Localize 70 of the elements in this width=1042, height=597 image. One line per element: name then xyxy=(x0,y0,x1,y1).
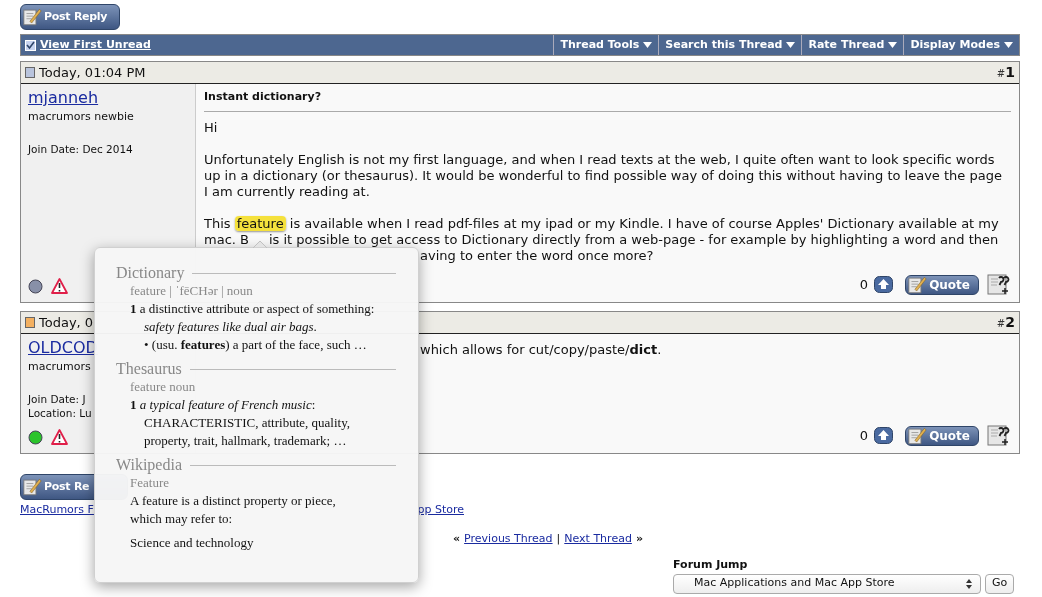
section-heading: Thesaurus xyxy=(116,360,182,378)
view-first-unread-link[interactable]: View First Unread xyxy=(21,35,155,55)
entry-headword: Feature xyxy=(129,474,170,492)
entry-headword: feature noun xyxy=(129,378,197,396)
select-arrows-icon xyxy=(966,578,972,589)
section-heading: Dictionary xyxy=(116,264,185,282)
previous-thread-link[interactable]: Previous Thread xyxy=(464,530,553,547)
username-link[interactable]: OLDCOD xyxy=(28,338,98,358)
entry-text: 1 a typical feature of French music: xyxy=(129,396,317,414)
post-reply-button[interactable]: Post Reply xyxy=(20,4,121,30)
go-button[interactable]: Go xyxy=(985,573,1015,594)
post-text-line: Hi xyxy=(204,120,218,136)
document-pen-icon xyxy=(908,426,928,445)
section-heading: Wikipedia xyxy=(116,456,182,474)
user-detail: Location: Lu xyxy=(28,405,92,420)
entry-text: Science and technology xyxy=(129,534,255,552)
post-text-line: mac. B xyxy=(204,232,249,248)
post-title: Instant dictionary? xyxy=(204,89,1011,112)
caret-icon xyxy=(888,42,898,48)
separator-text: | xyxy=(556,530,561,547)
entry-text: A feature is a distinct property or piece, which may refer to: xyxy=(129,492,337,528)
post-text-line: which allows for cut/copy/paste/dict. xyxy=(420,342,662,358)
toolbar-menu-button[interactable]: Search this Thread xyxy=(658,35,802,55)
toolbar-menu-button[interactable]: Thread Tools xyxy=(553,35,659,55)
popup-pointer-icon xyxy=(253,241,267,248)
right-quote-mark: » xyxy=(635,530,643,547)
entry-headword: feature | ˈfēCHər | noun xyxy=(129,282,254,300)
post-date: Today, 01:04 PM xyxy=(39,63,146,82)
forum-select[interactable]: Mac Applications and Mac App Store xyxy=(673,573,981,594)
user-detail: Join Date: J xyxy=(28,391,86,406)
post-text-line: is it possible to get access to Dictionary directly from a web-page - for example by highlighting a word and then xyxy=(268,232,999,248)
entry-text: 1 a distinctive attribute or aspect of something: safety features like dual air bags. xyxy=(129,300,376,336)
post-date: Today, 0 xyxy=(39,313,94,332)
quote-button[interactable]: Quote xyxy=(905,425,979,446)
post-text-line: This feature is available when I read pdf-files at my ipad or my Kindle. I have of course Apples' Dictionary available at my xyxy=(204,216,999,232)
multi-quote-icon[interactable] xyxy=(987,425,1011,446)
breadcrumb-link[interactable]: MacRumors F xyxy=(20,502,94,519)
username-link[interactable]: mjanneh xyxy=(28,88,99,108)
quote-button[interactable]: Quote xyxy=(905,274,979,295)
upvote-icon[interactable] xyxy=(874,276,894,293)
breadcrumb-link[interactable]: pp Store xyxy=(417,502,464,519)
checkbox-icon xyxy=(25,39,36,51)
toolbar-menu-button[interactable]: Rate Thread xyxy=(801,35,904,55)
vote-count: 0 xyxy=(859,276,869,293)
forum-jump-label: Forum Jump xyxy=(673,557,748,573)
document-pen-icon xyxy=(23,8,42,26)
entry-text: CHARACTERISTIC, attribute, quality, property, trait, hallmark, trademark; … xyxy=(143,414,352,450)
upvote-icon[interactable] xyxy=(874,427,894,444)
user-rank: macrumors xyxy=(28,359,91,375)
user-rank: macrumors newbie xyxy=(28,109,134,125)
caret-icon xyxy=(786,42,796,48)
caret-icon xyxy=(1004,42,1013,48)
entry-text: • (usu. features) a part of the face, such … xyxy=(143,336,368,354)
document-pen-icon xyxy=(23,478,42,496)
toolbar-menu-button[interactable]: Display Modes xyxy=(903,35,1019,55)
left-quote-mark: « xyxy=(453,530,461,547)
post-number[interactable]: #2 xyxy=(996,312,1015,333)
document-pen-icon xyxy=(908,275,928,294)
post-text-line: up in a dictionary (or thesaurus). It would be wonderful to find possible way of doing this without having to leave the page xyxy=(204,168,1002,184)
vote-count: 0 xyxy=(859,427,869,444)
post-number[interactable]: #1 xyxy=(996,62,1015,83)
user-detail: Join Date: Dec 2014 xyxy=(28,141,133,156)
warning-icon[interactable] xyxy=(51,278,68,294)
warning-icon[interactable] xyxy=(51,429,68,445)
post-text-line: Unfortunately English is not my first language, and when I read texts at the web, I quite often want to look specific words xyxy=(204,152,995,168)
post-text-line: I am currently reading at. xyxy=(204,184,370,200)
multi-quote-icon[interactable] xyxy=(987,274,1011,295)
caret-icon xyxy=(643,42,653,48)
post-text-line: aving to enter the word once more? xyxy=(420,248,654,264)
next-thread-link[interactable]: Next Thread xyxy=(564,530,632,547)
